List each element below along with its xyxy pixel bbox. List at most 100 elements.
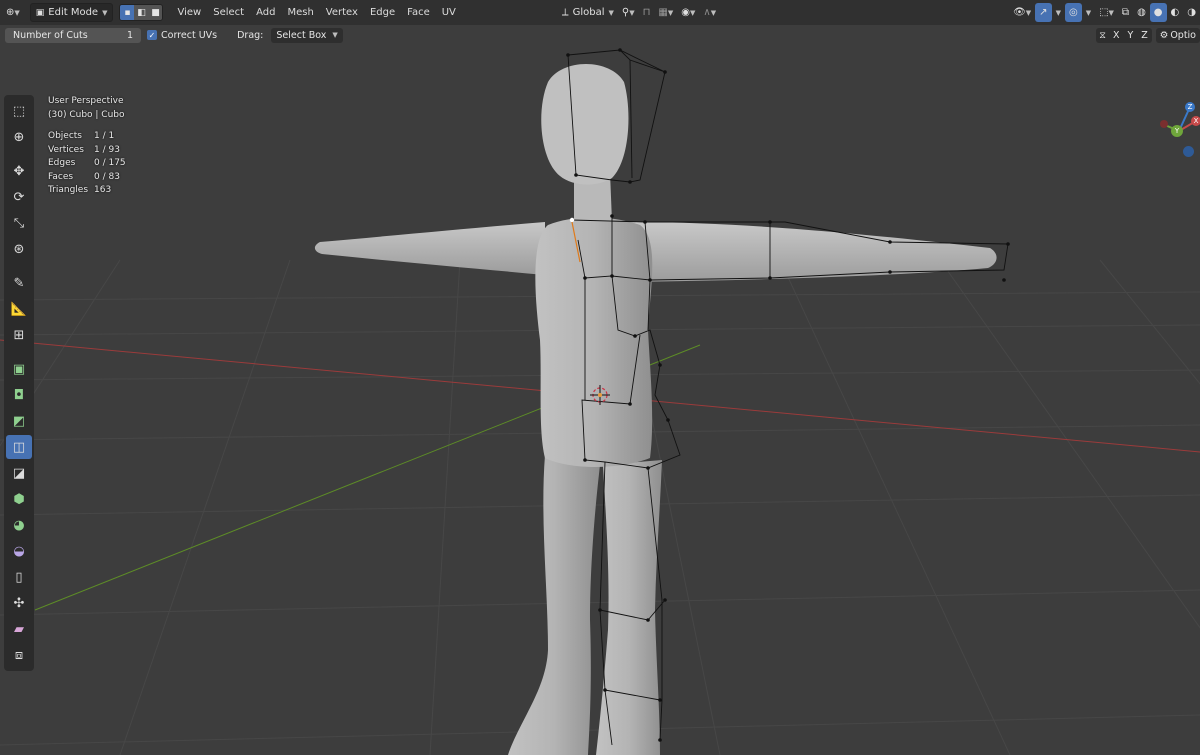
menu-mesh[interactable]: Mesh <box>281 7 319 18</box>
select-mode-group: ▪ ◧ ■ <box>119 4 164 21</box>
mode-label: Edit Mode <box>48 7 99 18</box>
transform-icon[interactable]: ⊛ <box>6 237 32 261</box>
axis-y-toggle[interactable]: Y <box>1123 30 1137 41</box>
menu-face[interactable]: Face <box>401 7 436 18</box>
mode-dropdown[interactable]: ▣ Edit Mode ▼ <box>29 3 114 22</box>
chevron-down-icon: ▼ <box>14 8 20 17</box>
scale-icon[interactable]: ⤡ <box>6 211 32 235</box>
3d-viewport[interactable]: User Perspective (30) Cubo | Cubo Object… <box>0 45 1200 755</box>
overlay-dropdown[interactable]: ▼ <box>1082 3 1095 22</box>
correct-uvs-checkbox[interactable]: ✓ Correct UVs <box>147 30 217 41</box>
rendered-shading-button[interactable]: ◑ <box>1183 3 1200 22</box>
visibility-button[interactable]: 👁 ▼ <box>1009 3 1035 22</box>
mirror-axis-group: ⧖ X Y Z <box>1096 27 1152 43</box>
pivot-point-button[interactable]: ⚲ ▼ <box>618 3 639 22</box>
stat-label: Vertices <box>48 144 84 155</box>
stat-label: Triangles <box>48 185 89 195</box>
checkmark-icon: ✓ <box>147 30 157 40</box>
stat-value: 1 / 1 <box>94 131 115 141</box>
menu-uv[interactable]: UV <box>436 7 462 18</box>
xray-toggle[interactable]: ⧉ <box>1118 3 1133 22</box>
tool-shelf: ⬚ ⊕ ✥ ⟳ ⤡ ⊛ ✎ 📐 ⊞ ▣ ◘ ◩ ◫ ◪ ⬢ ◕ ◒ ▯ ✣ ▰ … <box>4 95 34 671</box>
chevron-down-icon: ▼ <box>1108 8 1114 17</box>
edge-select-icon[interactable]: ◧ <box>134 5 149 20</box>
chevron-down-icon: ▼ <box>1085 8 1092 17</box>
chevron-down-icon: ▼ <box>667 8 674 17</box>
menu-view[interactable]: View <box>171 7 207 18</box>
blender-window: ⊕ ▼ ▣ Edit Mode ▼ ▪ ◧ ■ View Select Add M… <box>0 0 1200 755</box>
number-of-cuts-value: 1 <box>126 29 133 41</box>
drag-dropdown[interactable]: Select Box ▼ <box>271 27 343 43</box>
poly-build-icon[interactable]: ⬢ <box>6 487 32 511</box>
rip-region-icon[interactable]: ⧈ <box>6 643 32 667</box>
material-shading-button[interactable]: ◐ <box>1167 3 1184 22</box>
falloff-button[interactable]: ∧ ▼ <box>699 3 720 22</box>
loop-cut-icon[interactable]: ◫ <box>6 435 32 459</box>
gizmo-y-axis[interactable]: Y <box>1171 125 1183 137</box>
editor-type-button[interactable]: ⊕ ▼ <box>2 3 24 22</box>
menu-vertex[interactable]: Vertex <box>320 7 364 18</box>
wireframe-shading-button[interactable]: ◍ <box>1133 3 1150 22</box>
navigation-gizmo[interactable]: Z X Y <box>1158 95 1200 165</box>
object-name: (30) Cubo | Cubo <box>48 109 125 120</box>
axis-z-toggle[interactable]: Z <box>1137 30 1152 41</box>
shear-icon[interactable]: ▰ <box>6 617 32 641</box>
annotate-icon[interactable]: ✎ <box>6 271 32 295</box>
edit-mode-icon: ▣ <box>35 7 45 18</box>
menu-select[interactable]: Select <box>207 7 250 18</box>
measure-icon[interactable]: 📐 <box>6 297 32 321</box>
gizmo-x-axis[interactable]: X <box>1191 116 1200 126</box>
bevel-icon[interactable]: ◩ <box>6 409 32 433</box>
extrude-region-icon[interactable]: ▣ <box>6 357 32 381</box>
stat-triangles: Triangles 163 <box>48 184 126 198</box>
spin-icon[interactable]: ◕ <box>6 513 32 537</box>
proportional-edit-button[interactable]: ◉ ▼ <box>677 3 699 22</box>
gizmo-z-axis[interactable]: Z <box>1185 102 1195 112</box>
gizmo-neg-z[interactable] <box>1183 146 1194 157</box>
chevron-down-icon: ▼ <box>1025 8 1032 17</box>
orientation-label: Global <box>572 7 605 18</box>
add-cube-icon[interactable]: ⊞ <box>6 323 32 347</box>
orientation-icon: ⟂ <box>561 7 569 18</box>
menu-add[interactable]: Add <box>250 7 281 18</box>
axis-x-toggle[interactable]: X <box>1109 30 1124 41</box>
viewport-scene[interactable] <box>0 45 1200 755</box>
stat-value: 1 / 93 <box>94 144 120 155</box>
solid-shading-button[interactable]: ● <box>1149 3 1167 22</box>
material-shading-icon: ◐ <box>1170 7 1180 18</box>
gizmo-dropdown[interactable]: ▼ <box>1052 3 1065 22</box>
edge-slide-icon[interactable]: ▯ <box>6 565 32 589</box>
inset-faces-icon[interactable]: ◘ <box>6 383 32 407</box>
mesh-overlay-icon: ⬚ <box>1099 7 1109 18</box>
pivot-icon: ⚲ <box>621 7 630 18</box>
knife-icon[interactable]: ◪ <box>6 461 32 485</box>
options-dropdown[interactable]: ⚙ Optio <box>1155 27 1200 43</box>
shrink-fatten-icon[interactable]: ✣ <box>6 591 32 615</box>
drag-label: Drag: <box>237 29 264 41</box>
gizmo-neg-x[interactable] <box>1160 120 1168 128</box>
falloff-icon: ∧ <box>703 7 711 18</box>
smooth-icon[interactable]: ◒ <box>6 539 32 563</box>
select-box-icon[interactable]: ⬚ <box>6 99 32 123</box>
snap-target-button[interactable]: ▦ ▼ <box>654 3 677 22</box>
selected-vertex[interactable] <box>569 217 575 223</box>
snap-button[interactable]: ⊓ <box>639 3 655 22</box>
vertex-select-icon[interactable]: ▪ <box>120 5 135 20</box>
stat-value: 0 / 175 <box>94 158 126 168</box>
rotate-icon[interactable]: ⟳ <box>6 185 32 209</box>
viewport-info-overlay: User Perspective (30) Cubo | Cubo Object… <box>48 95 126 198</box>
number-of-cuts-field[interactable]: Number of Cuts 1 <box>5 27 141 43</box>
chevron-down-icon: ▼ <box>608 8 614 17</box>
mesh-edit-overlay-button[interactable]: ⬚ ▼ <box>1095 3 1118 22</box>
face-select-icon[interactable]: ■ <box>148 5 163 20</box>
move-icon[interactable]: ✥ <box>6 159 32 183</box>
drag-value: Select Box <box>276 29 327 41</box>
tool-settings-bar: Number of Cuts 1 ✓ Correct UVs Drag: Sel… <box>0 25 1200 45</box>
chevron-down-icon: ▼ <box>689 8 696 17</box>
gizmo-toggle[interactable]: ↗ <box>1035 3 1052 22</box>
menu-edge[interactable]: Edge <box>364 7 401 18</box>
transform-orientation-dropdown[interactable]: ⟂ Global ▼ <box>558 3 618 22</box>
cursor-icon[interactable]: ⊕ <box>6 125 32 149</box>
overlay-toggle[interactable]: ◎ <box>1064 3 1082 22</box>
number-of-cuts-label: Number of Cuts <box>13 29 88 41</box>
